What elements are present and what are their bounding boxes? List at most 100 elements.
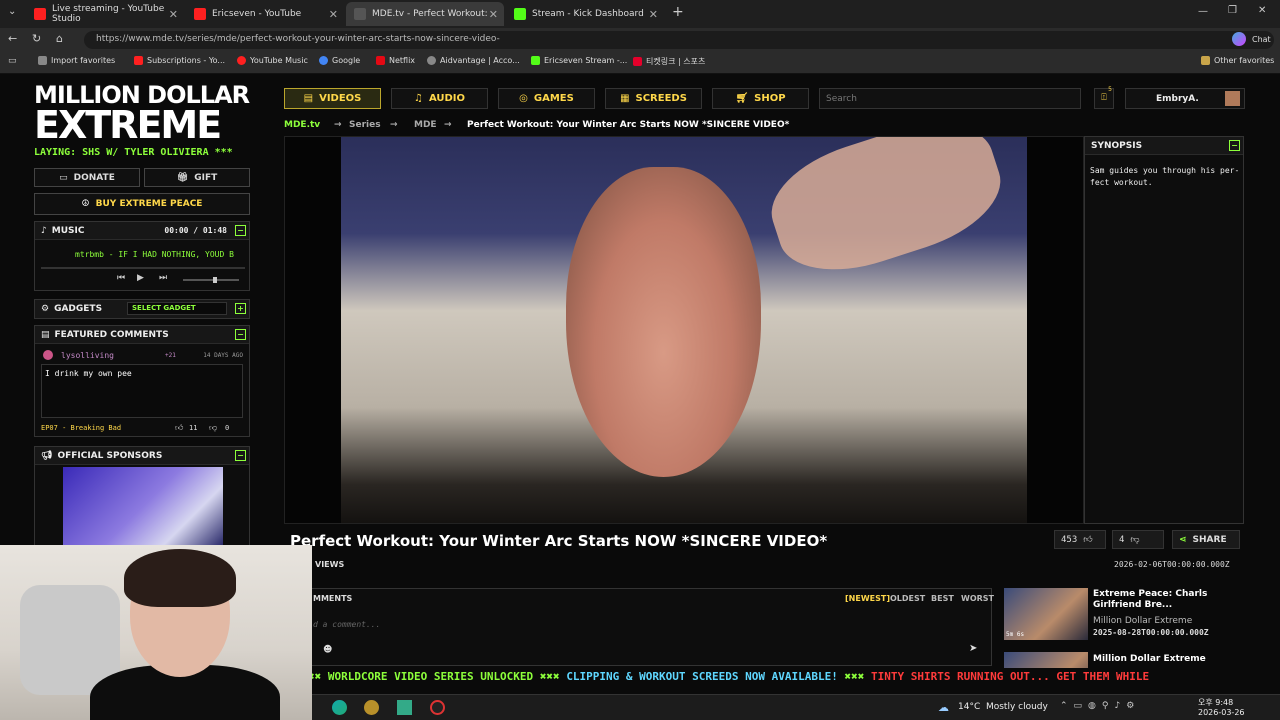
music-progress-bar[interactable] <box>41 267 245 269</box>
nav-games[interactable]: ◎ GAMES <box>498 88 595 109</box>
clock-date[interactable]: 2026-03-26 <box>1198 708 1245 717</box>
close-icon[interactable]: ✕ <box>649 8 658 21</box>
sort-best[interactable]: BEST <box>931 594 954 603</box>
close-icon[interactable]: ✕ <box>169 8 178 21</box>
like-button[interactable]: 453 👍︎ <box>1054 530 1106 549</box>
add-gadget-icon[interactable]: + <box>235 303 246 314</box>
video-player[interactable] <box>284 136 1084 524</box>
bell-icon: ⍐ <box>1101 93 1107 103</box>
weather-text[interactable]: 14°C Mostly cloudy <box>958 702 1048 712</box>
tab-mde-tv[interactable]: MDE.tv - Perfect Workout: Yo ✕ <box>346 2 504 26</box>
minimize-icon[interactable]: — <box>1198 6 1208 17</box>
comment-input[interactable]: d a comment... ☻ ➤ <box>309 615 991 665</box>
copilot-icon[interactable] <box>1232 32 1246 46</box>
volume-knob[interactable] <box>213 277 217 283</box>
megaphone-icon: 📢︎ <box>41 450 53 461</box>
thumbs-down-icon[interactable]: 👎︎ <box>209 423 217 433</box>
collapse-icon[interactable]: − <box>235 329 246 340</box>
home-icon[interactable]: ⌂ <box>56 32 63 45</box>
user-menu[interactable]: EmbryA. <box>1125 88 1245 109</box>
related-title[interactable]: Million Dollar Extreme <box>1093 654 1243 665</box>
close-icon[interactable]: ✕ <box>329 8 338 21</box>
nav-label: GAMES <box>533 93 574 104</box>
browser-address-bar: ← ↻ ⌂ https://www.mde.tv/series/mde/perf… <box>0 28 1280 52</box>
related-thumbnail[interactable]: 5m 6s <box>1004 588 1088 640</box>
volume-slider[interactable] <box>183 277 239 283</box>
url-field[interactable]: https://www.mde.tv/series/mde/perfect-wo… <box>84 31 1274 49</box>
breadcrumb-mde[interactable]: MDE <box>414 120 437 130</box>
file-explorer-icon[interactable] <box>397 700 412 715</box>
site-logo[interactable]: MILLION DOLLAR EXTREME <box>34 83 250 144</box>
upload-date: 2026-02-06T00:00:00.000Z <box>1114 560 1230 569</box>
comment-episode-link[interactable]: EP07 - Breaking Bad <box>41 424 121 432</box>
bookmark-ticketlink[interactable]: 티켓링크 | 스포츠 <box>633 56 705 67</box>
breadcrumb-mde-tv[interactable]: MDE.tv <box>284 120 320 130</box>
prev-track-icon[interactable]: ⏮ <box>117 273 125 283</box>
select-gadget-dropdown[interactable]: SELECT GADGET <box>127 302 227 315</box>
nav-videos[interactable]: ▤ VIDEOS <box>284 88 381 109</box>
share-button[interactable]: ⋖ SHARE <box>1172 530 1240 549</box>
donate-button[interactable]: ▭ DONATE <box>34 168 140 187</box>
news-ticker: ✖✖ WORLDCORE VIDEO SERIES UNLOCKED ✖✖✖ C… <box>308 668 1250 686</box>
maximize-icon[interactable]: ❐ <box>1228 5 1237 16</box>
nav-screeds[interactable]: ▦ SCREEDS <box>605 88 702 109</box>
dislike-button[interactable]: 4 👎︎ <box>1112 530 1164 549</box>
video-frame[interactable] <box>341 137 1027 523</box>
close-window-icon[interactable]: ✕ <box>1258 5 1266 16</box>
sidebar-toggle-icon[interactable]: ▭ <box>8 56 17 66</box>
collapse-icon[interactable]: − <box>235 225 246 236</box>
emoji-icon[interactable]: ☻ <box>323 645 332 655</box>
related-date: 2025-08-28T00:00:00.000Z <box>1093 628 1209 637</box>
new-tab-icon[interactable]: + <box>672 4 684 20</box>
collapse-icon[interactable]: − <box>235 450 246 461</box>
buy-extreme-peace-button[interactable]: ☮ BUY EXTREME PEACE <box>34 193 250 215</box>
arrow-right-icon: → <box>444 120 452 130</box>
sort-newest[interactable]: [NEWEST] <box>845 594 890 603</box>
tab-kick-dashboard[interactable]: Stream - Kick Dashboard ✕ <box>506 2 664 26</box>
obs-icon[interactable] <box>430 700 445 715</box>
wow-icon[interactable] <box>364 700 379 715</box>
bookmark-subscriptions[interactable]: Subscriptions - Yo... <box>134 56 225 65</box>
back-icon[interactable]: ← <box>8 32 17 45</box>
bookmark-youtube-music[interactable]: YouTube Music <box>237 56 308 65</box>
send-icon[interactable]: ➤ <box>969 643 977 654</box>
edge-icon[interactable] <box>332 700 347 715</box>
url-text: https://www.mde.tv/series/mde/perfect-wo… <box>96 34 500 44</box>
comment-username[interactable]: lysolliving <box>61 351 114 360</box>
bookmark-other-favorites[interactable]: Other favorites <box>1201 56 1274 65</box>
synopsis-panel: SYNOPSIS − Sam guides you through his pe… <box>1084 136 1244 524</box>
nav-audio[interactable]: ♫ AUDIO <box>391 88 488 109</box>
close-icon[interactable]: ✕ <box>489 8 498 21</box>
sort-worst[interactable]: WORST <box>961 594 994 603</box>
collapse-icon[interactable]: − <box>1229 140 1240 151</box>
next-track-icon[interactable]: ⏭ <box>159 273 167 283</box>
sort-oldest[interactable]: OLDEST <box>890 594 925 603</box>
bookmark-google[interactable]: Google <box>319 56 360 65</box>
breadcrumb-series[interactable]: Series <box>349 120 381 130</box>
play-icon[interactable]: ▶ <box>137 273 144 283</box>
tab-ericseven-youtube[interactable]: Ericseven - YouTube ✕ <box>186 2 344 26</box>
gift-button[interactable]: 🎁︎ GIFT <box>144 168 250 187</box>
nav-shop[interactable]: 🛒︎ SHOP <box>712 88 809 109</box>
search-input[interactable]: Search <box>819 88 1081 109</box>
thumbs-up-icon[interactable]: 👍︎ <box>175 423 183 433</box>
bookmark-ericseven-stream[interactable]: Ericseven Stream -... <box>531 56 627 65</box>
tray-icons[interactable]: ⌃▭◍⚲♪⚙ <box>1060 701 1140 711</box>
music-icon: ♫ <box>413 93 423 104</box>
tab-youtube-studio[interactable]: Live streaming - YouTube Studio ✕ <box>26 2 184 26</box>
notifications-button[interactable]: ⍐ 5 <box>1094 86 1114 109</box>
bookmark-label: Google <box>332 56 361 65</box>
bookmark-netflix[interactable]: Netflix <box>376 56 415 65</box>
user-badge: +21 <box>165 352 176 359</box>
tab-actions-icon[interactable]: ⌄ <box>8 6 16 17</box>
related-title[interactable]: Extreme Peace: Charls Girlfriend Bre... <box>1093 589 1243 611</box>
bookmark-import[interactable]: Import favorites <box>38 56 115 65</box>
youtube-music-icon <box>237 56 246 65</box>
refresh-icon[interactable]: ↻ <box>32 32 41 45</box>
gamepad-icon: ◎ <box>519 93 528 104</box>
related-video[interactable]: 5m 6s Extreme Peace: Charls Girlfriend B… <box>1004 588 1244 642</box>
chat-label[interactable]: Chat <box>1252 35 1271 44</box>
sponsor-image[interactable] <box>63 467 223 545</box>
bookmark-aidvantage[interactable]: Aidvantage | Acco... <box>427 56 520 65</box>
clock-time[interactable]: 오후 9:48 <box>1198 697 1233 708</box>
